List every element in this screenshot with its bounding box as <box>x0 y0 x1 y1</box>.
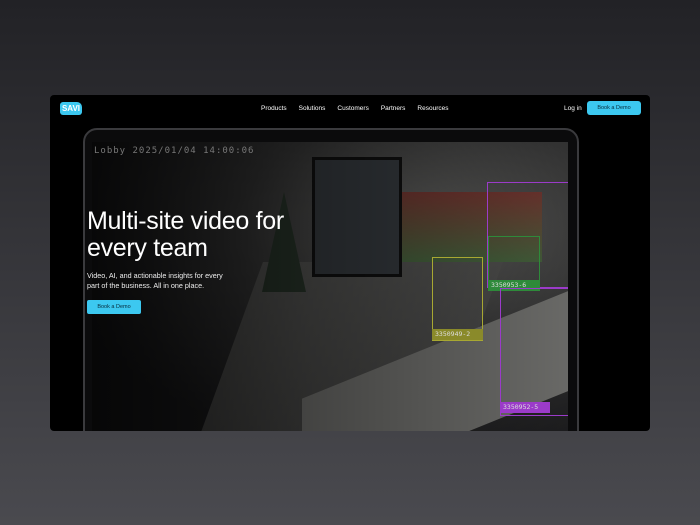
nav-solutions[interactable]: Solutions <box>299 105 326 112</box>
nav-customers[interactable]: Customers <box>337 105 368 112</box>
savi-logo[interactable]: SAVI <box>60 102 82 115</box>
login-link[interactable]: Log in <box>564 105 582 112</box>
hero: Multi-site video for every team Video, A… <box>87 208 287 314</box>
camera-timestamp: Lobby 2025/01/04 14:00:06 <box>94 146 255 156</box>
detection-label: 3350952-5 <box>500 402 550 413</box>
nav-products[interactable]: Products <box>261 105 287 112</box>
detection-label: 3350949-2 <box>432 329 483 340</box>
nav-resources[interactable]: Resources <box>417 105 448 112</box>
book-demo-button[interactable]: Book a Demo <box>587 101 641 115</box>
hero-book-demo-button[interactable]: Book a Demo <box>87 300 141 314</box>
detection-box <box>500 288 568 416</box>
hero-title: Multi-site video for every team <box>87 207 284 262</box>
hero-subtitle: Video, AI, and actionable insights for e… <box>87 271 223 290</box>
main-nav: Products Solutions Customers Partners Re… <box>261 105 449 112</box>
page: SAVI Products Solutions Customers Partne… <box>50 95 650 431</box>
nav-partners[interactable]: Partners <box>381 105 406 112</box>
